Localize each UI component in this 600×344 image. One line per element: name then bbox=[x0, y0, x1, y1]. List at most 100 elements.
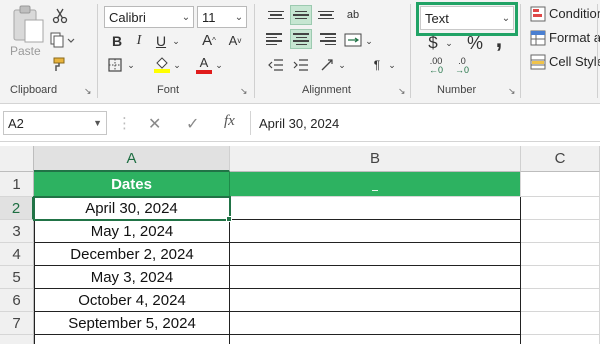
cell-c3[interactable] bbox=[521, 220, 600, 243]
row-header-5[interactable]: 5 bbox=[0, 266, 34, 289]
borders-button[interactable] bbox=[106, 56, 124, 74]
cell-c4[interactable] bbox=[521, 243, 600, 266]
worksheet-grid: A B C 1 2 3 4 5 6 7 Dates April 30, 2024… bbox=[0, 142, 600, 344]
grow-font-button[interactable]: A ^ bbox=[200, 30, 218, 50]
row-header-8[interactable] bbox=[0, 335, 34, 344]
number-launcher-icon[interactable]: ↘ bbox=[508, 86, 516, 97]
enter-check-icon[interactable]: ✓ bbox=[186, 114, 199, 134]
top-align-button[interactable] bbox=[266, 6, 286, 24]
cell-styles-icon bbox=[530, 54, 546, 70]
chevron-down-icon[interactable]: ⌄ bbox=[172, 58, 182, 72]
outdent-icon bbox=[268, 59, 283, 71]
cell-b4[interactable] bbox=[230, 243, 521, 266]
cell-c2[interactable] bbox=[521, 197, 600, 220]
cell-a7[interactable]: September 5, 2024 bbox=[34, 312, 230, 335]
shrink-font-button[interactable]: Av bbox=[226, 30, 244, 50]
text-direction-button[interactable]: ¶ bbox=[366, 56, 388, 74]
cell-c8[interactable] bbox=[521, 335, 600, 344]
cell-c6[interactable] bbox=[521, 289, 600, 312]
number-group-label: Number bbox=[437, 84, 477, 96]
column-header-a[interactable]: A bbox=[34, 146, 230, 172]
conditional-formatting-button[interactable]: Conditional Formatting bbox=[549, 6, 600, 21]
fill-handle[interactable] bbox=[226, 216, 232, 222]
row-header-4[interactable]: 4 bbox=[0, 243, 34, 266]
bottom-align-button[interactable] bbox=[316, 6, 336, 24]
chevron-down-icon: ▼ bbox=[93, 118, 102, 128]
cell-a2[interactable]: April 30, 2024 bbox=[33, 196, 231, 221]
select-all-corner[interactable] bbox=[0, 146, 34, 172]
orientation-button[interactable] bbox=[318, 56, 336, 74]
column-header-b[interactable]: B bbox=[230, 146, 521, 172]
underline-button[interactable]: U bbox=[152, 32, 170, 50]
merge-center-button[interactable] bbox=[342, 30, 364, 50]
font-color-bar bbox=[196, 70, 212, 74]
font-launcher-icon[interactable]: ↘ bbox=[240, 86, 248, 97]
italic-button[interactable]: I bbox=[130, 32, 148, 50]
row-header-3[interactable]: 3 bbox=[0, 220, 34, 243]
cell-a6[interactable]: October 4, 2024 bbox=[34, 289, 230, 312]
cell-b5[interactable] bbox=[230, 266, 521, 289]
alignment-launcher-icon[interactable]: ↘ bbox=[398, 86, 406, 97]
name-box[interactable]: A2 ▼ bbox=[3, 111, 107, 135]
row-header-2[interactable]: 2 bbox=[0, 197, 34, 220]
borders-icon bbox=[108, 58, 122, 72]
cell-a5[interactable]: May 3, 2024 bbox=[34, 266, 230, 289]
formula-input[interactable]: April 30, 2024 bbox=[250, 111, 600, 135]
cell-c7[interactable] bbox=[521, 312, 600, 335]
more-options-icon[interactable]: ⋮ bbox=[117, 114, 132, 132]
align-right-button[interactable] bbox=[316, 30, 336, 48]
cell-a8[interactable] bbox=[34, 335, 230, 344]
currency-button[interactable]: $ bbox=[424, 33, 442, 52]
decrease-indent-button[interactable] bbox=[266, 56, 286, 74]
ribbon-divider bbox=[597, 4, 598, 98]
font-color-button[interactable]: A bbox=[194, 54, 214, 76]
cell-styles-button[interactable]: Cell Styles bbox=[549, 54, 600, 69]
wrap-text-button[interactable]: ab bbox=[342, 4, 364, 26]
font-name-select[interactable]: Calibri ⌄ bbox=[104, 6, 194, 28]
percent-button[interactable]: % bbox=[464, 33, 486, 53]
fill-color-button[interactable] bbox=[152, 54, 172, 76]
copy-button[interactable] bbox=[48, 30, 76, 50]
cell-b8[interactable] bbox=[230, 335, 521, 344]
row-header-1[interactable]: 1 bbox=[0, 172, 34, 197]
arrow-right-icon: →0 bbox=[454, 65, 469, 75]
align-left-button[interactable] bbox=[266, 30, 286, 48]
chevron-down-icon[interactable]: ⌄ bbox=[214, 58, 224, 72]
alignment-group-label: Alignment bbox=[302, 84, 351, 96]
middle-align-button[interactable] bbox=[290, 5, 312, 25]
cell-b6[interactable] bbox=[230, 289, 521, 312]
cell-c5[interactable] bbox=[521, 266, 600, 289]
format-as-table-button[interactable]: Format as Table bbox=[549, 30, 600, 45]
cell-b3[interactable] bbox=[230, 220, 521, 243]
bold-button[interactable]: B bbox=[108, 32, 126, 50]
chevron-down-icon[interactable]: ⌄ bbox=[170, 32, 182, 50]
column-header-c[interactable]: C bbox=[521, 146, 600, 172]
cell-b7[interactable] bbox=[230, 312, 521, 335]
cell-a3[interactable]: May 1, 2024 bbox=[34, 220, 230, 243]
insert-function-button[interactable]: fx bbox=[224, 113, 235, 130]
cell-b2[interactable] bbox=[230, 197, 521, 220]
header-cell-dates[interactable]: Dates bbox=[34, 172, 230, 197]
cut-button[interactable] bbox=[50, 6, 70, 26]
text-direction-icon bbox=[321, 59, 333, 71]
header-cell-b[interactable] bbox=[230, 172, 521, 197]
increase-indent-button[interactable] bbox=[291, 56, 311, 74]
chevron-down-icon: ⌄ bbox=[234, 11, 244, 23]
font-size-select[interactable]: 11 ⌄ bbox=[197, 6, 247, 28]
chevron-down-icon[interactable]: ⌄ bbox=[126, 58, 136, 72]
chevron-down-icon[interactable]: ⌄ bbox=[338, 58, 346, 72]
cancel-icon[interactable]: ✕ bbox=[148, 114, 161, 134]
row-header-6[interactable]: 6 bbox=[0, 289, 34, 312]
row-header-7[interactable]: 7 bbox=[0, 312, 34, 335]
cell-a4[interactable]: December 2, 2024 bbox=[34, 243, 230, 266]
format-painter-button[interactable] bbox=[50, 54, 70, 74]
chevron-down-icon[interactable]: ⌄ bbox=[364, 34, 374, 48]
cell-c1[interactable] bbox=[521, 172, 600, 197]
decrease-decimal-button[interactable]: .0 →0 bbox=[450, 56, 474, 76]
clipboard-launcher-icon[interactable]: ↘ bbox=[84, 86, 92, 97]
comma-style-button[interactable]: , bbox=[492, 26, 506, 53]
increase-decimal-button[interactable]: .00 ←0 bbox=[424, 56, 448, 76]
chevron-down-icon[interactable]: ⌄ bbox=[444, 36, 454, 50]
align-center-button[interactable] bbox=[290, 29, 312, 49]
chevron-down-icon[interactable]: ⌄ bbox=[388, 58, 396, 72]
